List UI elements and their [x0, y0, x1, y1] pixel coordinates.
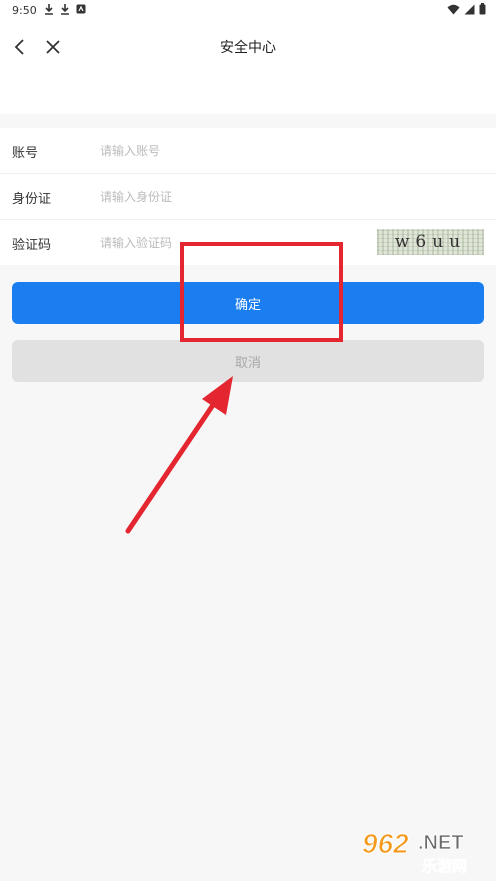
id-card-input[interactable] — [98, 184, 362, 210]
header-spacer — [0, 70, 496, 114]
cancel-button[interactable]: 取消 — [12, 340, 484, 382]
page-title: 安全中心 — [220, 40, 276, 56]
watermark-cn: 乐游网 — [422, 857, 467, 875]
status-left-icons — [44, 3, 86, 15]
security-form: 账号 身份证 验证码 w6uu — [0, 128, 496, 265]
confirm-button[interactable]: 确定 — [12, 282, 484, 324]
battery-icon — [479, 3, 486, 15]
signal-icon — [464, 4, 475, 14]
status-right-icons — [447, 3, 486, 15]
download-icon — [61, 4, 69, 15]
id-card-row: 身份证 — [0, 174, 496, 220]
account-input[interactable] — [98, 138, 362, 164]
watermark-number: 962 — [362, 828, 409, 859]
watermark-logo: 962 .NET 乐游网 — [358, 825, 490, 876]
app-icon — [76, 4, 86, 14]
wifi-icon — [447, 4, 460, 14]
id-card-label: 身份证 — [12, 192, 52, 207]
captcha-image[interactable]: w6uu — [377, 229, 484, 255]
watermark-suffix: .NET — [418, 832, 464, 854]
watermark-graphic: 962 .NET 乐游网 — [362, 828, 468, 876]
account-row: 账号 — [0, 128, 496, 174]
captcha-input[interactable] — [98, 230, 362, 256]
status-time: 9:50 — [12, 4, 37, 17]
status-bar: 9:50 — [0, 0, 496, 24]
nav-bar: 安全中心 — [0, 24, 496, 70]
download-icon — [45, 4, 53, 15]
captcha-row: 验证码 w6uu — [0, 220, 496, 265]
captcha-label: 验证码 — [12, 238, 52, 253]
account-label: 账号 — [12, 146, 39, 161]
